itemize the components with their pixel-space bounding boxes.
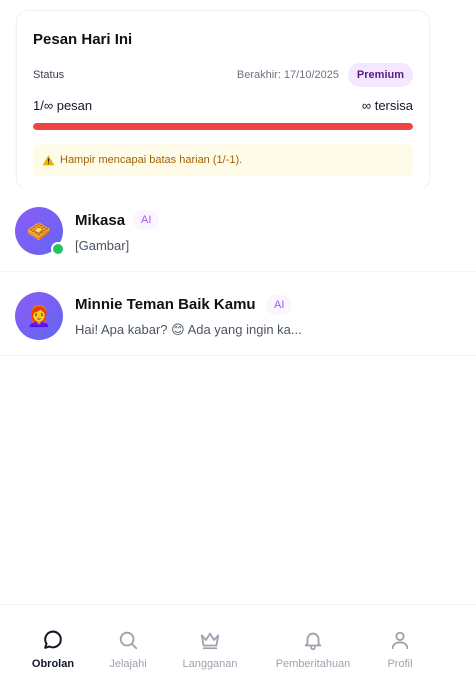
nav-label: Obrolan [31, 658, 75, 670]
nav-label: Profil [387, 658, 413, 670]
ai-badge: AI [133, 210, 160, 230]
chat-list-item[interactable]: 🧇 Mikasa AI [Gambar] [0, 188, 476, 272]
nav-label: Jelajahi [109, 658, 147, 670]
daily-messages-card: Pesan Hari Ini Status Berakhir: 17/10/20… [16, 10, 430, 190]
nav-item-subscription[interactable]: Langganan [174, 605, 246, 683]
avatar-emoji: 🧇 [26, 220, 52, 243]
usage-progress-bar [33, 123, 413, 130]
chat-preview: Hai! Apa kabar? 😊 Ada yang ingin ka... [75, 322, 302, 337]
nav-item-chats[interactable]: Obrolan [23, 605, 83, 683]
user-icon [391, 631, 409, 650]
warning-icon [42, 154, 55, 165]
nav-label: Langganan [182, 658, 238, 670]
chat-name: Mikasa [75, 212, 126, 229]
chat-name: Minnie Teman Baik Kamu [75, 296, 256, 313]
crown-icon [200, 632, 220, 650]
card-title: Pesan Hari Ini [33, 31, 133, 48]
bottom-navigation: Obrolan Jelajahi Langganan Pemberitahuan… [0, 604, 476, 683]
status-label: Status [33, 69, 65, 81]
usage-progress-fill [33, 123, 413, 130]
nav-item-notifications[interactable]: Pemberitahuan [268, 605, 358, 683]
limit-warning: Hampir mencapai batas harian (1/-1). [33, 144, 413, 176]
expiry-date: Berakhir: 17/10/2025 [236, 69, 339, 81]
chat-preview: [Gambar] [75, 238, 130, 253]
bell-icon [304, 632, 322, 651]
messages-remaining: ∞ tersisa [361, 98, 413, 113]
messages-used: 1/∞ pesan [33, 98, 93, 113]
warning-text: Hampir mencapai batas harian (1/-1). [60, 154, 243, 166]
plan-badge: Premium [347, 63, 413, 87]
chat-bubble-icon [44, 630, 62, 649]
search-icon [119, 631, 138, 650]
nav-item-profile[interactable]: Profil [378, 605, 422, 683]
avatar: 👩‍🦰 [15, 292, 63, 340]
ai-badge: AI [266, 295, 293, 315]
nav-label: Pemberitahuan [275, 658, 351, 670]
nav-item-explore[interactable]: Jelajahi [98, 605, 158, 683]
online-status-dot [51, 242, 65, 256]
chat-list-item[interactable]: 👩‍🦰 Minnie Teman Baik Kamu AI Hai! Apa k… [0, 272, 476, 356]
avatar-emoji: 👩‍🦰 [26, 305, 52, 328]
